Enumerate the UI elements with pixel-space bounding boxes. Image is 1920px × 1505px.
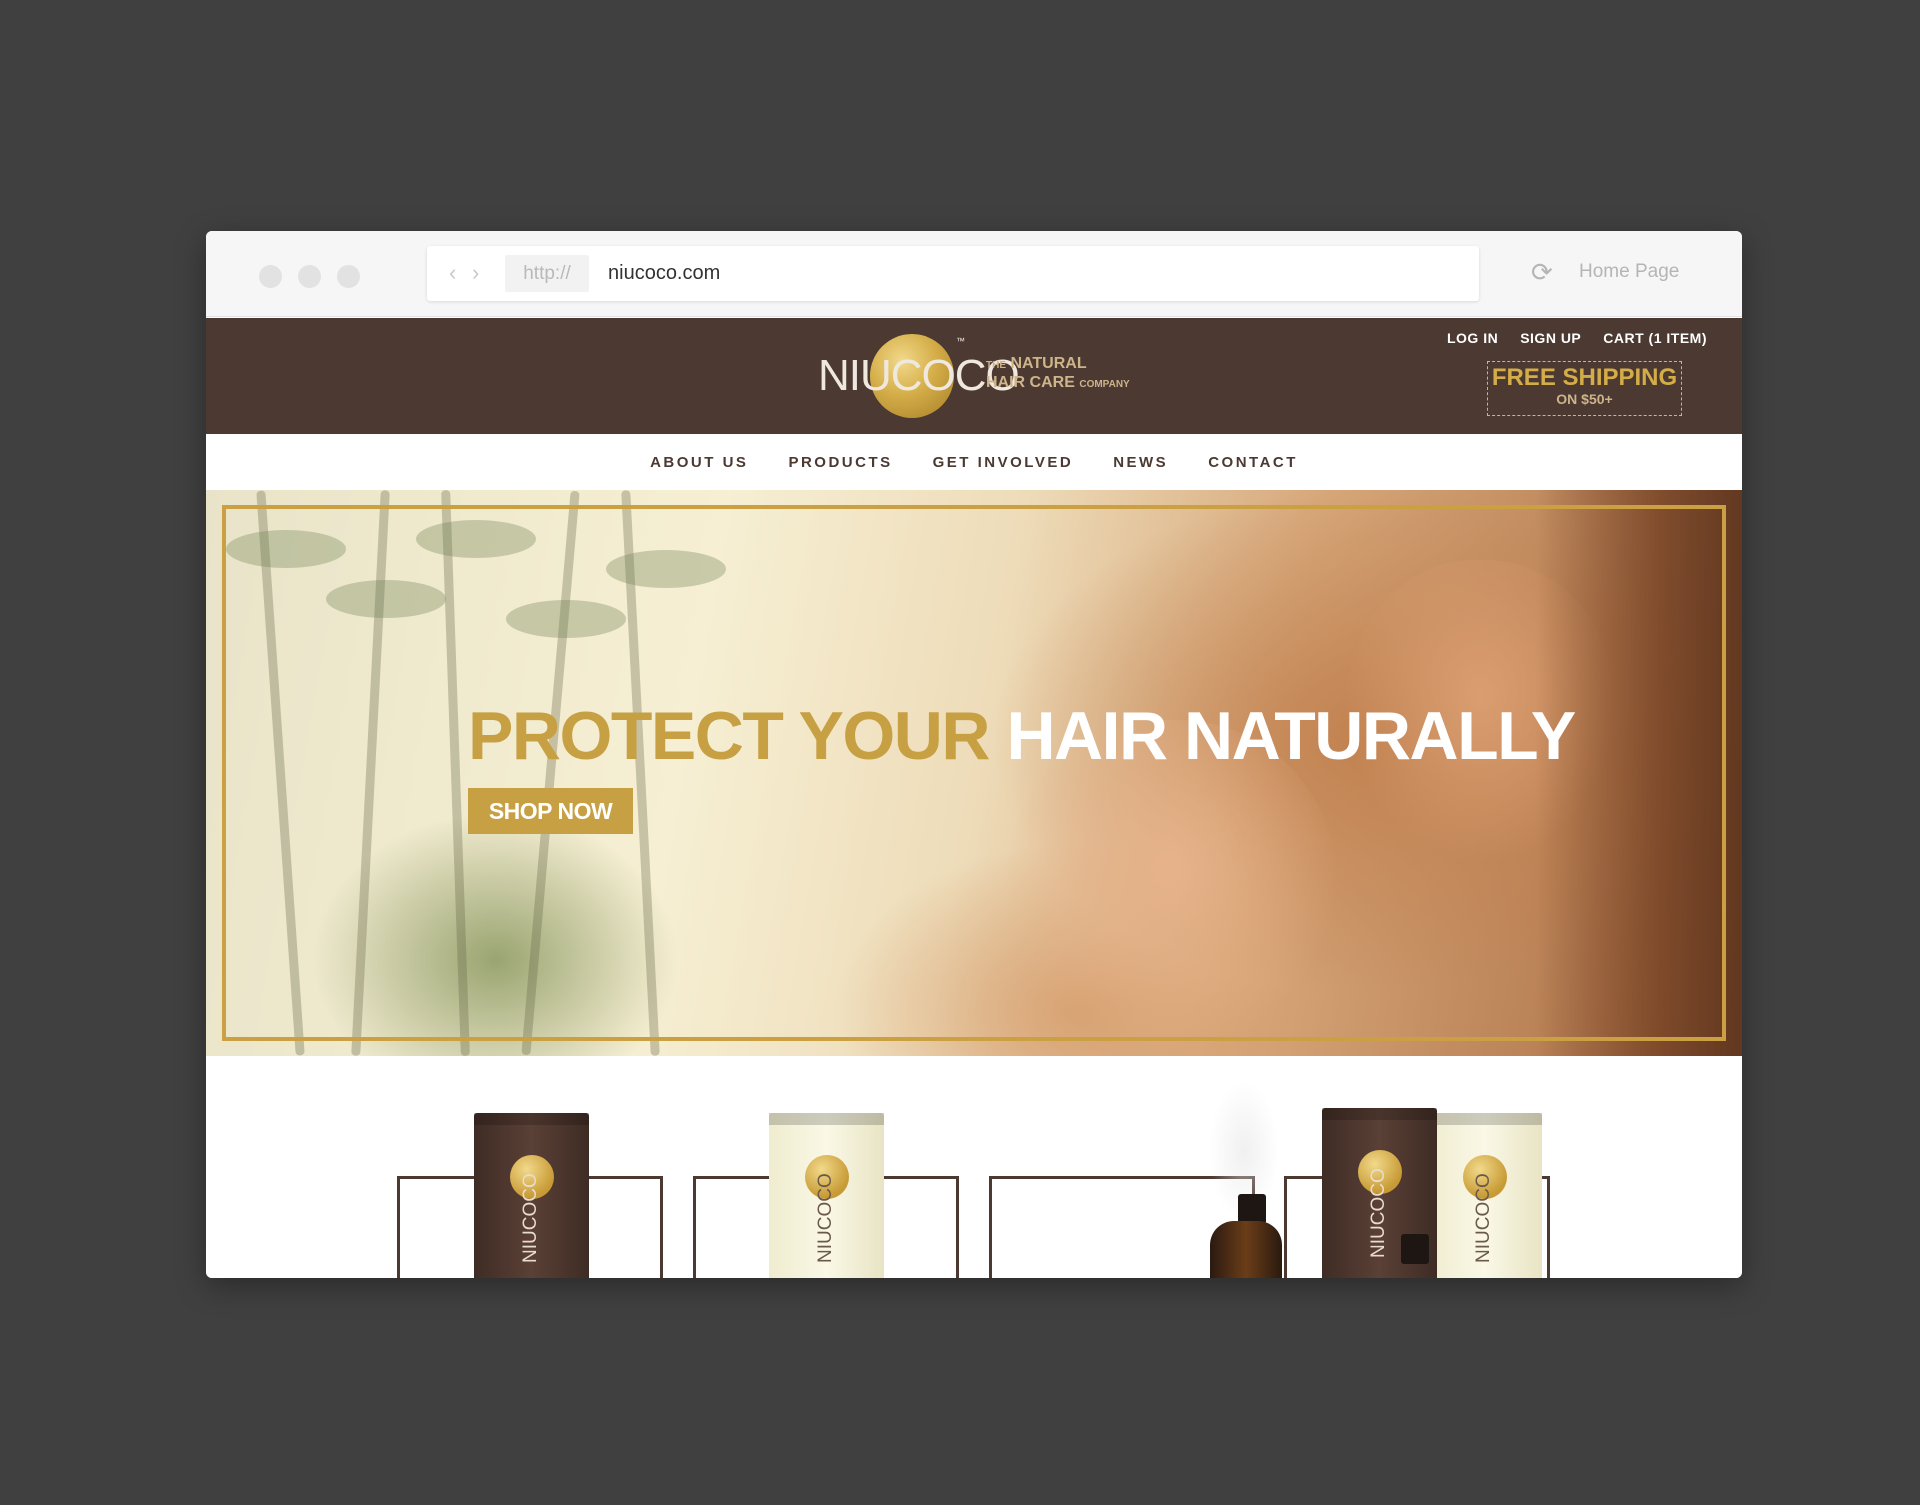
tube-cap: [474, 1113, 589, 1125]
tube-cap: [769, 1113, 884, 1125]
site-logo[interactable]: NIUCOCO ™: [818, 332, 1020, 422]
window-close-dot[interactable]: [259, 265, 282, 288]
nav-item-products[interactable]: PRODUCTS: [788, 454, 892, 471]
free-shipping-subtitle: ON $50+: [1556, 391, 1613, 407]
cart-link[interactable]: CART (1 ITEM): [1603, 330, 1707, 346]
hero-headline: PROTECT YOUR HAIR NATURALLY: [468, 696, 1576, 776]
tagline-natural: NATURAL: [1010, 355, 1087, 372]
login-link[interactable]: LOG IN: [1447, 330, 1498, 346]
reload-icon[interactable]: ⟳: [1531, 257, 1553, 287]
oil-bottle[interactable]: [1210, 1221, 1282, 1278]
conditioner-tube[interactable]: NIUCOCO: [1427, 1113, 1542, 1278]
hero-headline-white: HAIR NATURALLY: [1006, 698, 1576, 774]
free-shipping-title: FREE SHIPPING: [1491, 364, 1678, 391]
tube-brand-label: NIUCOCO: [520, 1173, 541, 1263]
bottle-cap: [1238, 1194, 1266, 1224]
main-navigation: ABOUT US PRODUCTS GET INVOLVED NEWS CONT…: [206, 434, 1742, 490]
free-shipping-badge: FREE SHIPPING ON $50+: [1487, 361, 1682, 416]
nav-item-get-involved[interactable]: GET INVOLVED: [933, 454, 1074, 471]
url-text[interactable]: niucoco.com: [608, 246, 720, 301]
hero-headline-gold: PROTECT YOUR: [468, 698, 991, 774]
tagline-hair-care: HAIR CARE: [986, 374, 1075, 391]
site-tagline: THE NATURAL HAIR CARE COMPANY: [986, 355, 1130, 393]
conditioner-tube[interactable]: NIUCOCO: [769, 1113, 884, 1278]
home-page-link[interactable]: Home Page: [1579, 255, 1679, 289]
nav-item-news[interactable]: NEWS: [1113, 454, 1168, 471]
url-protocol: http://: [505, 255, 589, 292]
tagline-the: THE: [986, 360, 1006, 371]
nav-item-about-us[interactable]: ABOUT US: [650, 454, 748, 471]
account-links: LOG IN SIGN UP CART (1 ITEM): [1447, 330, 1707, 346]
tube-brand-label: NIUCOCO: [1473, 1173, 1494, 1263]
shampoo-tube[interactable]: NIUCOCO: [474, 1113, 589, 1278]
window-minimize-dot[interactable]: [298, 265, 321, 288]
shop-now-button[interactable]: SHOP NOW: [468, 788, 633, 834]
signup-link[interactable]: SIGN UP: [1520, 330, 1581, 346]
browser-window: ‹ › http:// niucoco.com ⟳ Home Page NIUC…: [206, 231, 1742, 1278]
tube-brand-label: NIUCOCO: [815, 1173, 836, 1263]
bottle-cap: [1401, 1234, 1429, 1264]
forward-arrow-icon[interactable]: ›: [472, 259, 479, 287]
logo-trademark: ™: [956, 336, 965, 346]
back-arrow-icon[interactable]: ‹: [449, 259, 456, 287]
tagline-company: COMPANY: [1079, 379, 1130, 390]
product-showcase: NIUCOCO NIUCOCO NIUCOCO NIUCOCO: [206, 1056, 1742, 1278]
browser-toolbar: ‹ › http:// niucoco.com ⟳ Home Page: [206, 231, 1742, 317]
site-header: NIUCOCO ™ THE NATURAL HAIR CARE COMPANY …: [206, 318, 1742, 434]
tube-cap: [1427, 1113, 1542, 1125]
tube-cap: [1322, 1108, 1437, 1120]
nav-item-contact[interactable]: CONTACT: [1208, 454, 1298, 471]
address-bar[interactable]: ‹ › http:// niucoco.com: [427, 246, 1479, 301]
hero-banner: PROTECT YOUR HAIR NATURALLY SHOP NOW: [206, 490, 1742, 1056]
tube-brand-label: NIUCOCO: [1368, 1168, 1389, 1258]
logo-wordmark: NIUCOCO: [818, 351, 1020, 400]
window-maximize-dot[interactable]: [337, 265, 360, 288]
